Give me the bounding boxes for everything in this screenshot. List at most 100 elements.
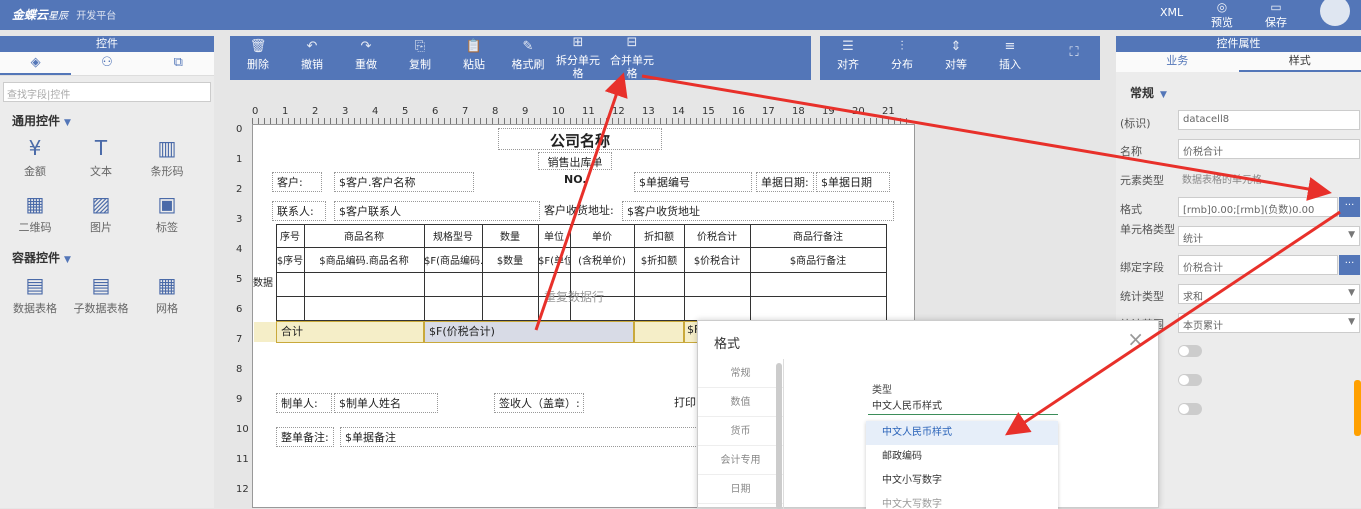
table-header-cell[interactable]: 单价 bbox=[570, 227, 634, 245]
report-subtitle[interactable]: 销售出库单 bbox=[538, 152, 612, 170]
total-value[interactable]: $F(价税合计) bbox=[424, 321, 634, 343]
print-label[interactable]: 打印 bbox=[670, 393, 698, 413]
date-value[interactable]: $单据日期 bbox=[816, 172, 890, 192]
delete-button[interactable]: 🗑删除 bbox=[234, 40, 282, 71]
total-value-2[interactable]: $F bbox=[684, 321, 698, 343]
total-row-handle[interactable] bbox=[254, 322, 276, 342]
control-sub-table[interactable]: ▤子数据表格 bbox=[68, 270, 134, 326]
category-currency[interactable]: 货币 bbox=[698, 417, 783, 446]
table-header-cell[interactable]: 商品名称 bbox=[304, 227, 424, 245]
scrollbar[interactable] bbox=[1354, 380, 1361, 436]
fullscreen-button[interactable]: ⛶ bbox=[1050, 46, 1098, 64]
prop-cell-type-select[interactable]: 统计▼ bbox=[1178, 226, 1360, 246]
control-data-table[interactable]: ▤数据表格 bbox=[2, 270, 68, 326]
prop-format-input[interactable]: [rmb]0.00;[rmb](负数)0.00 bbox=[1178, 197, 1338, 217]
group-common[interactable]: 通用控件▼ bbox=[0, 108, 214, 133]
avatar[interactable] bbox=[1320, 0, 1350, 26]
search-input[interactable]: 查找字段|控件 bbox=[3, 82, 211, 102]
control-amount[interactable]: ¥金额 bbox=[2, 133, 68, 189]
table-data-cell[interactable]: (含税单价) bbox=[570, 251, 634, 269]
toggle-switch-2[interactable] bbox=[1178, 374, 1202, 386]
tab-style[interactable]: 样式 bbox=[1239, 52, 1361, 72]
table-data-cell[interactable]: $商品行备注 bbox=[750, 251, 886, 269]
format-brush-button[interactable]: ✎格式刷 bbox=[504, 40, 552, 71]
category-general[interactable]: 常规 bbox=[698, 359, 783, 388]
option-chinese-lower[interactable]: 中文小写数字 bbox=[866, 469, 1058, 493]
prop-name-input[interactable]: 价税合计 bbox=[1178, 139, 1360, 159]
close-icon[interactable]: × bbox=[1127, 327, 1144, 351]
type-select[interactable]: 中文人民币样式 bbox=[868, 395, 1058, 415]
customer-label[interactable]: 客户: bbox=[272, 172, 322, 192]
date-label[interactable]: 单据日期: bbox=[756, 172, 814, 192]
table-data-cell[interactable]: $序号 bbox=[276, 251, 304, 269]
remark-label[interactable]: 整单备注: bbox=[276, 427, 334, 447]
maker-label[interactable]: 制单人: bbox=[276, 393, 332, 413]
address-value[interactable]: $客户收货地址 bbox=[622, 201, 894, 221]
xml-button[interactable]: XML bbox=[1160, 6, 1183, 19]
control-image[interactable]: ▨图片 bbox=[68, 189, 134, 245]
table-header-cell[interactable]: 价税合计 bbox=[684, 227, 750, 245]
format-more-button[interactable]: ··· bbox=[1339, 197, 1360, 217]
option-chinese-upper[interactable]: 中文大写数字 bbox=[866, 493, 1058, 509]
customer-value[interactable]: $客户.客户名称 bbox=[334, 172, 474, 192]
address-label[interactable]: 客户收货地址: bbox=[540, 201, 622, 221]
table-data-cell[interactable]: $价税合计 bbox=[684, 251, 750, 269]
table-data-cell[interactable]: $商品编码.商品名称 bbox=[304, 251, 424, 269]
control-qrcode[interactable]: ▦二维码 bbox=[2, 189, 68, 245]
contact-value[interactable]: $客户联系人 bbox=[334, 201, 540, 221]
insert-button[interactable]: ≡插入 bbox=[986, 40, 1034, 71]
align-button[interactable]: ☰对齐 bbox=[824, 40, 872, 71]
table-header-cell[interactable]: 序号 bbox=[276, 227, 304, 245]
report-title[interactable]: 公司名称 bbox=[498, 128, 662, 150]
save-button[interactable]: ▭保存 bbox=[1256, 0, 1296, 30]
no-label[interactable]: NO. bbox=[560, 172, 610, 192]
table-header-cell[interactable]: 折扣额 bbox=[634, 227, 684, 245]
table-header-cell[interactable]: 规格型号 bbox=[424, 227, 482, 245]
table-header-cell[interactable]: 数量 bbox=[482, 227, 538, 245]
prop-bind-field-input[interactable]: 价税合计 bbox=[1178, 255, 1338, 275]
merge-cell-button[interactable]: ⊟合并单元格 bbox=[608, 36, 656, 80]
control-grid[interactable]: ▦网格 bbox=[134, 270, 200, 326]
category-scrollbar[interactable] bbox=[776, 363, 782, 509]
option-postal-code[interactable]: 邮政编码 bbox=[866, 445, 1058, 469]
maker-value[interactable]: $制单人姓名 bbox=[334, 393, 438, 413]
prop-stat-range-select[interactable]: 本页累计▼ bbox=[1178, 313, 1360, 333]
category-number[interactable]: 数值 bbox=[698, 388, 783, 417]
group-container[interactable]: 容器控件▼ bbox=[0, 245, 214, 270]
option-cny-style[interactable]: 中文人民币样式 bbox=[866, 421, 1058, 445]
remark-value[interactable]: $单据备注 bbox=[340, 427, 698, 447]
undo-button[interactable]: ↶撤销 bbox=[288, 40, 336, 71]
tab-business[interactable]: 业务 bbox=[1116, 52, 1239, 72]
table-data-cell[interactable]: $F(单位 bbox=[538, 251, 570, 269]
split-cell-button[interactable]: ⊞拆分单元格 bbox=[554, 36, 602, 80]
toggle-switch-1[interactable] bbox=[1178, 345, 1202, 357]
table-data-cell[interactable]: $折扣额 bbox=[634, 251, 684, 269]
preview-button[interactable]: ◎预览 bbox=[1202, 0, 1242, 30]
contact-label[interactable]: 联系人: bbox=[272, 201, 326, 221]
control-barcode[interactable]: ▥条形码 bbox=[134, 133, 200, 189]
layers-tab-icon[interactable]: ◈ bbox=[0, 52, 71, 75]
prop-stat-type-select[interactable]: 求和▼ bbox=[1178, 284, 1360, 304]
table-header-cell[interactable]: 单位 bbox=[538, 227, 570, 245]
toggle-switch-3[interactable] bbox=[1178, 403, 1202, 415]
control-label[interactable]: ▣标签 bbox=[134, 189, 200, 245]
control-text[interactable]: T文本 bbox=[68, 133, 134, 189]
signer-label[interactable]: 签收人（盖章）: bbox=[494, 393, 584, 413]
copy-tab-icon[interactable]: ⧉ bbox=[143, 52, 214, 75]
table-data-cell[interactable]: $F(商品编码.规格型号) bbox=[424, 251, 482, 269]
section-general[interactable]: 常规▼ bbox=[1130, 84, 1167, 101]
paste-button[interactable]: 📋粘贴 bbox=[450, 40, 498, 71]
bind-field-more-button[interactable]: ··· bbox=[1339, 255, 1360, 275]
category-date[interactable]: 日期 bbox=[698, 475, 783, 504]
redo-button[interactable]: ↷重做 bbox=[342, 40, 390, 71]
tree-tab-icon[interactable]: ⚇ bbox=[71, 52, 142, 75]
equalize-button[interactable]: ⇕对等 bbox=[932, 40, 980, 71]
total-empty-cell[interactable] bbox=[634, 321, 684, 343]
category-accounting[interactable]: 会计专用 bbox=[698, 446, 783, 475]
no-value[interactable]: $单据编号 bbox=[634, 172, 752, 192]
table-header-cell[interactable]: 商品行备注 bbox=[750, 227, 886, 245]
prop-id-input[interactable]: datacell8 bbox=[1178, 110, 1360, 130]
table-data-cell[interactable]: $数量 bbox=[482, 251, 538, 269]
copy-button[interactable]: ⎘复制 bbox=[396, 40, 444, 71]
distribute-button[interactable]: ⫶分布 bbox=[878, 40, 926, 71]
